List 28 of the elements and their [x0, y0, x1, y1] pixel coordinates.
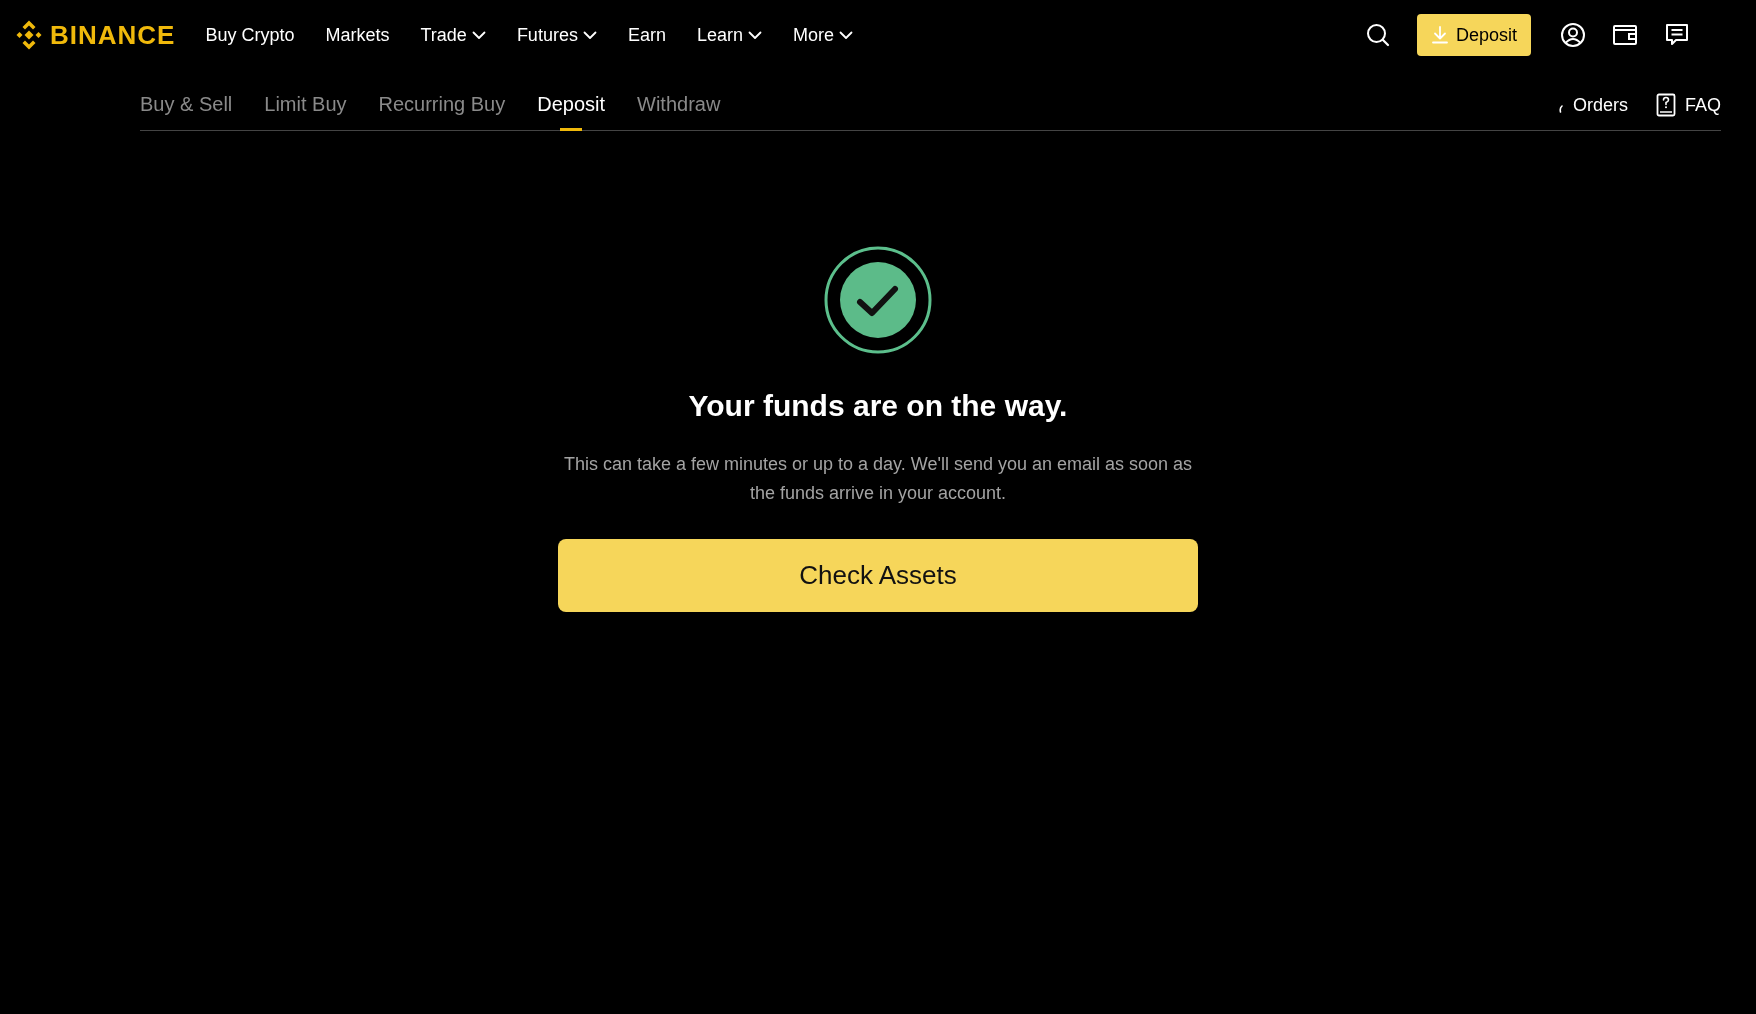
logo-wordmark[interactable]: BINANCE	[50, 19, 176, 51]
nav-menu-item[interactable]: More	[793, 24, 853, 46]
tab[interactable]: Buy & Sell	[140, 93, 233, 130]
tab[interactable]: Withdraw	[637, 93, 721, 130]
tab[interactable]: Deposit	[537, 93, 606, 130]
deposit-button[interactable]: Deposit	[1416, 14, 1531, 56]
success-message: This can take a few minutes or up to a day. We'll send you an email as soon as the funds arrive in your account.	[562, 453, 1194, 505]
check-assets-button[interactable]: Check Assets	[558, 539, 1198, 612]
wallet-icon[interactable]	[1612, 22, 1638, 48]
tab[interactable]: Recurring Buy	[378, 93, 506, 130]
nav-menu-item[interactable]: Learn	[696, 24, 762, 46]
success-check-icon	[824, 246, 932, 354]
nav-menu-item[interactable]: Buy Crypto	[205, 24, 295, 46]
success-heading: Your funds are on the way.	[688, 389, 1068, 423]
search-icon[interactable]	[1364, 22, 1391, 48]
header-link[interactable]: FAQ	[1685, 94, 1721, 116]
download-icon	[1431, 26, 1448, 44]
chat-icon[interactable]	[1664, 22, 1690, 48]
nav-menu-item[interactable]: Earn	[627, 24, 666, 46]
profile-icon[interactable]	[1560, 22, 1586, 48]
logo-icon	[14, 20, 44, 50]
nav-menu-item[interactable]: Futures	[516, 24, 597, 46]
mark-icon	[1557, 105, 1564, 113]
nav-menu-item[interactable]: Markets	[325, 24, 390, 46]
header-link[interactable]: Orders	[1572, 94, 1628, 116]
tab[interactable]: Limit Buy	[264, 93, 347, 130]
help-book-icon	[1656, 93, 1676, 117]
nav-menu-item[interactable]: Trade	[420, 24, 486, 46]
